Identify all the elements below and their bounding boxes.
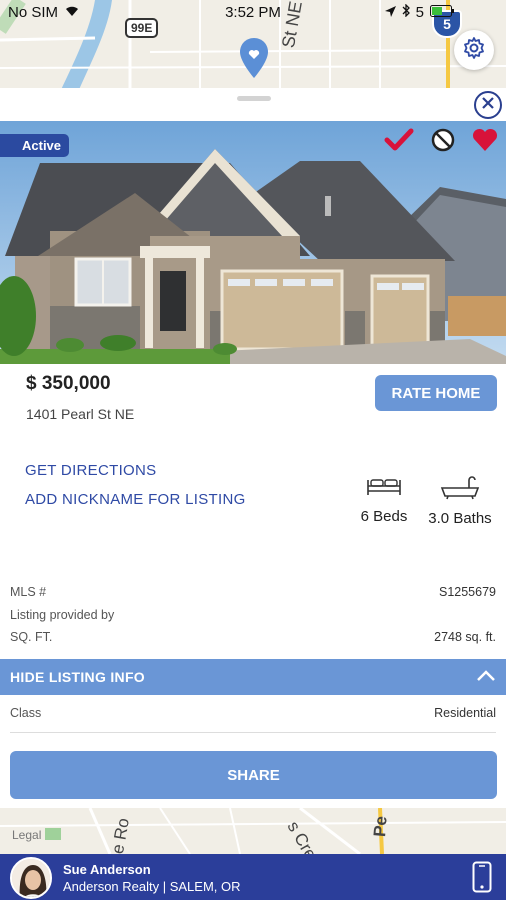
reject-ban-button[interactable] [430,127,456,158]
get-directions-link[interactable]: GET DIRECTIONS [25,462,156,479]
mls-value: S1255679 [438,585,496,599]
avatar[interactable] [10,857,52,899]
provided-by-label: Listing provided by [10,608,115,622]
map-bottom[interactable]: Legal e Ro s Cre Pe [0,808,506,854]
baths-label: 3.0 Baths [428,510,492,527]
info-row-provided-by: Listing provided by [10,608,496,622]
favorite-check-button[interactable] [384,128,414,157]
phone-icon[interactable] [472,861,492,898]
hide-listing-info-toggle[interactable]: HIDE LISTING INFO [0,659,506,695]
class-value: Residential [434,706,496,720]
listing-photo[interactable]: Active [0,121,506,364]
mls-label: MLS # [10,585,47,599]
status-right: 5 [384,3,454,21]
share-button[interactable]: SHARE [10,751,497,799]
agent-footer[interactable]: Sue Anderson Anderson Realty | SALEM, OR [0,854,506,900]
status-badge: Active [0,134,70,157]
beds-feature: 6 Beds [354,476,414,525]
agent-company: Anderson Realty | SALEM, OR [63,879,241,894]
map-pin-icon[interactable] [240,38,268,83]
sheet-grabber[interactable] [237,96,271,101]
baths-feature: 3.0 Baths [420,476,500,527]
info-row-class: Class Residential [10,706,496,720]
location-arrow-icon [384,4,396,21]
status-bar: No SIM 3:52 PM 5 [0,0,506,26]
chevron-up-icon [476,669,496,685]
info-row-sqft: SQ. FT. 2748 sq. ft. [10,630,496,644]
rate-home-button[interactable]: RATE HOME [375,375,497,411]
bed-icon [364,476,404,502]
listing-price: $ 350,000 [26,373,111,394]
map-settings-button[interactable] [454,30,494,70]
divider [10,732,496,733]
class-label: Class [10,706,42,720]
add-nickname-link[interactable]: ADD NICKNAME FOR LISTING [25,491,246,508]
sqft-value: 2748 sq. ft. [434,630,496,644]
sqft-label: SQ. FT. [10,630,53,644]
battery-icon [430,4,454,21]
map-legal-link[interactable]: Legal [12,828,41,842]
gear-icon [462,36,486,65]
battery-percent: 5 [415,4,424,21]
bathtub-icon [439,476,481,504]
agent-name: Sue Anderson [63,862,151,877]
close-button[interactable] [474,91,502,119]
photo-actions [384,127,498,158]
map-bottom-graphics [0,808,506,854]
beds-label: 6 Beds [360,508,408,525]
listing-sheet: Active $ 350,000 1401 Pearl St NE RATE H… [0,88,506,808]
heart-favorite-button[interactable] [472,128,498,157]
bluetooth-icon [402,3,410,21]
street-label-bottom-c: Pe [370,815,391,838]
info-row-mls: MLS # S1255679 [10,585,496,599]
hide-listing-info-label: HIDE LISTING INFO [10,669,145,685]
close-icon [482,96,494,114]
listing-address: 1401 Pearl St NE [26,406,135,422]
